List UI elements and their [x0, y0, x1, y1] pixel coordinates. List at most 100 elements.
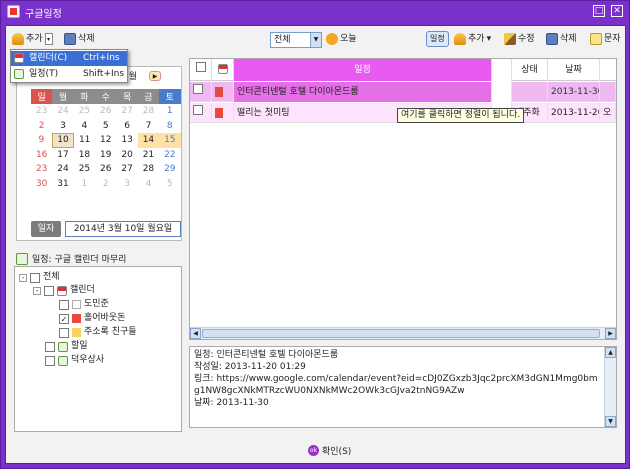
tree-node-todo[interactable]: 할일: [45, 340, 88, 353]
ok-button[interactable]: ok 확인(S): [308, 442, 351, 458]
calendar-day[interactable]: 13: [116, 133, 137, 148]
calendar-day[interactable]: 7: [138, 119, 159, 134]
table-row[interactable]: 인터콘티넨털 호텔 다이아몬드룸 2013-11-30: [190, 82, 616, 102]
edit-button[interactable]: 수정: [504, 32, 535, 46]
detail-vertical-scrollbar[interactable]: ▲ ▼: [604, 347, 616, 427]
checkbox[interactable]: [59, 299, 69, 310]
collapse-icon[interactable]: -: [33, 286, 41, 295]
scroll-left-icon[interactable]: ◀: [190, 328, 201, 339]
calendar-day[interactable]: 5: [95, 119, 116, 134]
calendar-day[interactable]: 18: [74, 148, 95, 163]
calendar-day[interactable]: 1: [74, 177, 95, 192]
collapse-icon[interactable]: -: [19, 273, 27, 282]
calendar-day-selected[interactable]: 10: [51, 132, 75, 148]
chevron-down-icon[interactable]: ▼: [310, 33, 321, 47]
close-button[interactable]: ✕: [611, 5, 623, 17]
calendar-day[interactable]: 22: [159, 148, 180, 163]
tree-node-calendar[interactable]: - 캘린더: [33, 284, 95, 297]
checkbox[interactable]: [59, 327, 69, 338]
calendar-day[interactable]: 20: [116, 148, 137, 163]
calendar-day[interactable]: 12: [95, 133, 116, 148]
checkbox[interactable]: [45, 355, 55, 366]
next-month-button[interactable]: ▶: [149, 71, 161, 81]
restore-button[interactable]: □: [593, 5, 605, 17]
calendar-day[interactable]: 11: [74, 133, 95, 148]
tree-node-friends[interactable]: 주소록 친구들: [59, 326, 137, 339]
row-checkbox[interactable]: [190, 82, 212, 102]
tree-node-allaboutdon[interactable]: ✓ 홀어바웃돈: [59, 312, 125, 325]
add-dropdown-arrow[interactable]: ▾: [44, 33, 53, 45]
grid-horizontal-scrollbar[interactable]: ◀ ▶: [190, 327, 616, 339]
add-button[interactable]: 추가 ▾: [12, 32, 53, 46]
calendar-day[interactable]: 26: [95, 104, 116, 119]
scroll-thumb[interactable]: [202, 329, 600, 338]
menu-item-schedule[interactable]: 일정(T) Shift+Ins: [11, 67, 127, 82]
tree-node-all[interactable]: - 전체: [19, 271, 60, 284]
delete-button[interactable]: 삭제: [64, 32, 95, 46]
checkbox[interactable]: [30, 272, 40, 283]
checkbox[interactable]: [44, 285, 54, 296]
trash-icon: [64, 33, 76, 45]
menu-item-label: 일정(T): [29, 69, 59, 79]
calendar-day[interactable]: 4: [138, 177, 159, 192]
row-checkbox[interactable]: [190, 103, 212, 123]
menu-item-shortcut: Shift+Ins: [83, 69, 125, 79]
detail-text[interactable]: 일정: 인터콘티넨털 호텔 다이아몬드룸 작성일: 2013-11-20 01:…: [194, 349, 598, 409]
calendar-day[interactable]: 21: [138, 148, 159, 163]
calendar-day[interactable]: 27: [116, 162, 137, 177]
calendar-day[interactable]: 24: [52, 104, 73, 119]
scroll-down-icon[interactable]: ▼: [605, 416, 616, 427]
tree-node-dominjun[interactable]: 도민준: [59, 298, 109, 311]
goto-date-button[interactable]: 일자: [31, 221, 61, 237]
weekday-header: 화: [73, 89, 96, 104]
calendar-day[interactable]: 5: [159, 177, 180, 192]
header-date[interactable]: 날짜: [548, 59, 600, 81]
scroll-up-icon[interactable]: ▲: [605, 347, 616, 358]
calendar-day[interactable]: 17: [52, 148, 73, 163]
calendar-day[interactable]: 2: [31, 119, 52, 134]
header-blank: [492, 59, 512, 81]
calendar-day[interactable]: 26: [95, 162, 116, 177]
calendar-day[interactable]: 4: [74, 119, 95, 134]
calendar-day[interactable]: 8: [159, 119, 180, 134]
calendar-day[interactable]: 27: [116, 104, 137, 119]
header-select-all[interactable]: [190, 59, 212, 81]
sms-button[interactable]: 문자: [590, 32, 621, 46]
row-date: 2013-11-26: [548, 103, 600, 123]
calendar-day[interactable]: 3: [116, 177, 137, 192]
calendar-day[interactable]: 25: [74, 162, 95, 177]
right-delete-button[interactable]: 삭제: [546, 32, 577, 46]
calendar-day[interactable]: 19: [95, 148, 116, 163]
calendar-day[interactable]: 28: [138, 162, 159, 177]
menu-item-calendar[interactable]: 캘린더(C) Ctrl+Ins: [11, 51, 127, 66]
header-title[interactable]: 일정: [234, 59, 492, 81]
header-calendar-col[interactable]: [212, 59, 234, 81]
filter-select[interactable]: 전체 ▼: [270, 32, 322, 48]
calendar-day[interactable]: 30: [31, 177, 52, 192]
scroll-right-icon[interactable]: ▶: [605, 328, 616, 339]
calendar-day[interactable]: 29: [159, 162, 180, 177]
header-status[interactable]: 상태: [512, 59, 548, 81]
calendar-day[interactable]: 2: [95, 177, 116, 192]
calendar-day[interactable]: 9: [31, 133, 52, 148]
calendar-day[interactable]: 3: [52, 119, 73, 134]
calendar-day[interactable]: 31: [52, 177, 73, 192]
calendar-day[interactable]: 28: [138, 104, 159, 119]
calendar-day[interactable]: 1: [159, 104, 180, 119]
checkbox[interactable]: [45, 341, 55, 352]
selected-date-field[interactable]: 2014년 3월 10일 월요일: [65, 221, 181, 237]
tree-node-label: 캘린더: [70, 285, 95, 295]
checkbox-checked[interactable]: ✓: [59, 313, 69, 324]
calendar-day[interactable]: 23: [31, 104, 52, 119]
calendar-day[interactable]: 15: [159, 133, 181, 148]
chevron-down-icon[interactable]: ▾: [487, 32, 492, 46]
calendar-day[interactable]: 6: [116, 119, 137, 134]
calendar-day[interactable]: 24: [52, 162, 73, 177]
calendar-day[interactable]: 23: [31, 162, 52, 177]
calendar-day[interactable]: 25: [74, 104, 95, 119]
calendar-day[interactable]: 16: [31, 148, 52, 163]
right-add-button[interactable]: 추가 ▾: [454, 32, 491, 46]
calendar-day-today[interactable]: 14: [137, 133, 160, 148]
today-button[interactable]: 오늘: [326, 32, 357, 46]
tree-node-memo[interactable]: 덕우상사: [45, 354, 104, 367]
